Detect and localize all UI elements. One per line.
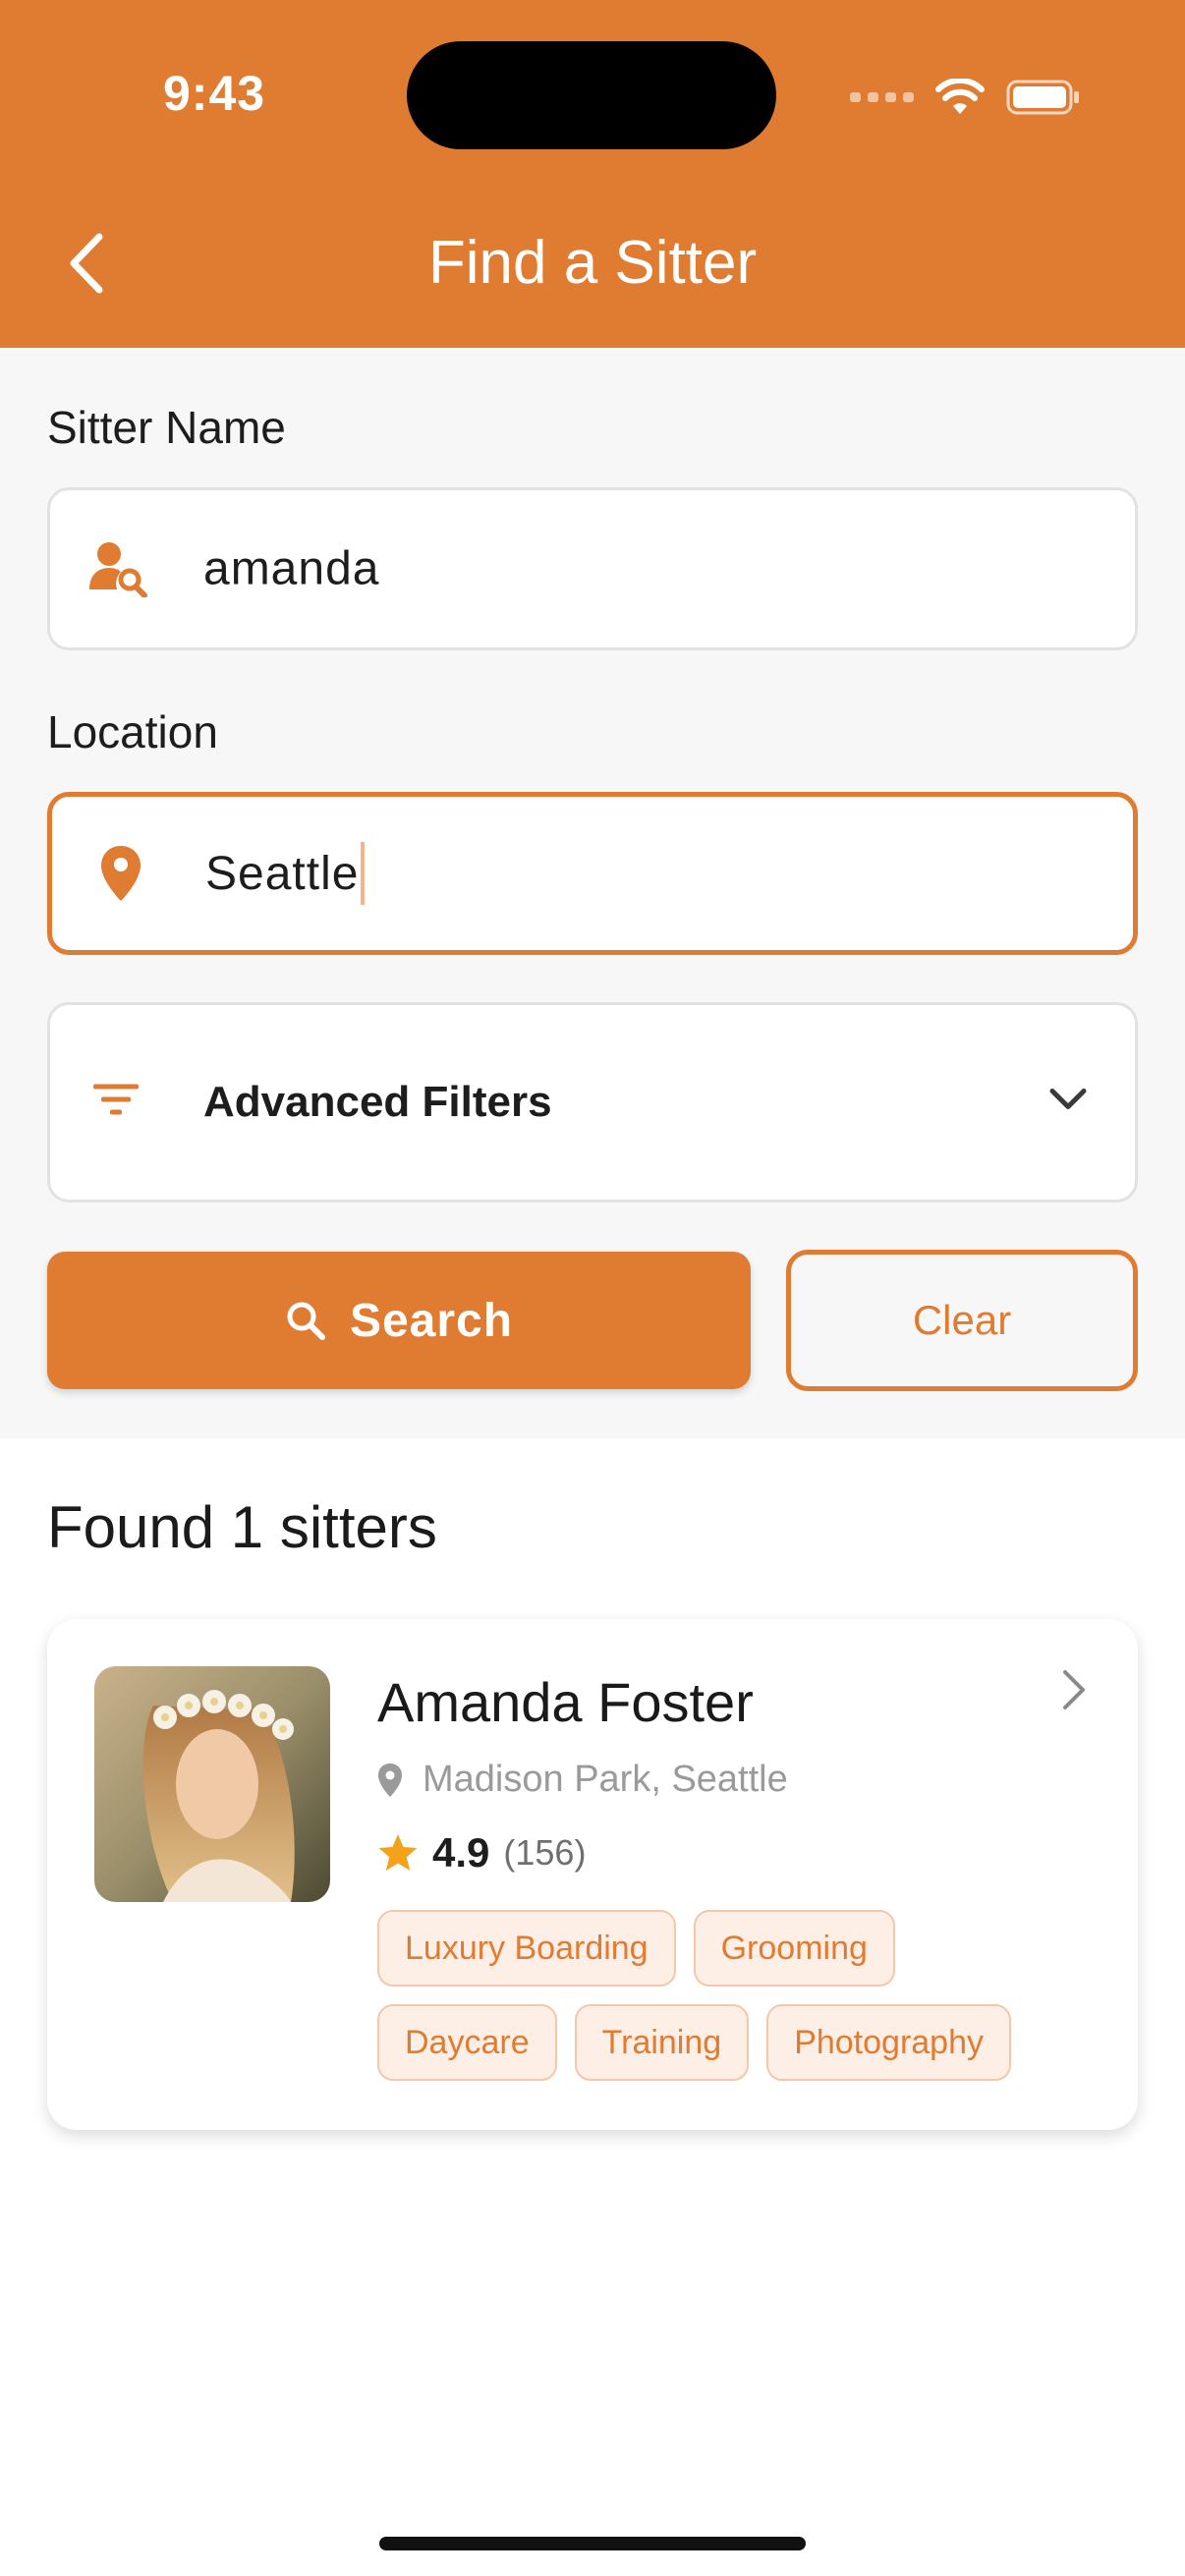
app-header: 9:43 Find a Sitter (0, 0, 1185, 348)
results-count: Found 1 sitters (47, 1494, 437, 1560)
search-icon (287, 1302, 325, 1340)
sitter-card[interactable]: Amanda Foster Madison Park, Seattle 4.9 … (47, 1619, 1138, 2130)
review-count: (156) (503, 1832, 587, 1873)
star-icon (378, 1834, 418, 1871)
home-indicator[interactable] (379, 2537, 806, 2550)
chevron-right-icon (1061, 1668, 1087, 1716)
avatar (94, 1666, 330, 1902)
advanced-filters-label: Advanced Filters (203, 1078, 552, 1126)
service-tag: Photography (766, 2004, 1011, 2081)
rating-score: 4.9 (432, 1829, 490, 1876)
sitter-location-text: Madison Park, Seattle (423, 1759, 788, 1800)
chevron-down-icon (1048, 1088, 1088, 1118)
dynamic-island (407, 41, 776, 149)
location-label: Location (47, 706, 218, 757)
sitter-rating: 4.9 (156) (377, 1829, 586, 1876)
advanced-filters-toggle[interactable]: Advanced Filters (47, 1002, 1138, 1203)
battery-icon (1006, 80, 1079, 115)
wifi-icon (935, 79, 985, 114)
sitter-name-field[interactable]: amanda (47, 487, 1138, 650)
status-icons (850, 75, 1081, 120)
sitter-location: Madison Park, Seattle (377, 1759, 788, 1801)
location-field[interactable]: Seattle (47, 792, 1138, 955)
service-tag: Daycare (377, 2004, 557, 2081)
location-pin-icon (87, 840, 154, 907)
sitter-name-label: Sitter Name (47, 402, 286, 453)
location-pin-icon (378, 1763, 402, 1797)
service-tag: Training (574, 2004, 750, 2081)
sitter-name: Amanda Foster (377, 1671, 754, 1733)
clear-button[interactable]: Clear (786, 1250, 1138, 1391)
service-tag: Grooming (693, 1910, 895, 1987)
service-tags-row-1: Luxury Boarding Grooming (377, 1910, 895, 1987)
status-time: 9:43 (163, 66, 266, 121)
search-button-label: Search (349, 1294, 514, 1347)
page-title: Find a Sitter (427, 229, 758, 297)
person-search-icon (85, 535, 152, 602)
filter-icon (91, 1083, 141, 1123)
clear-button-label: Clear (912, 1297, 1012, 1343)
search-button[interactable]: Search (47, 1252, 751, 1389)
service-tag: Luxury Boarding (377, 1910, 676, 1987)
location-input[interactable]: Seattle (205, 842, 366, 905)
service-tags-row-2: Daycare Training Photography (377, 2004, 1011, 2081)
cellular-signal-icon (850, 92, 914, 102)
location-value: Seattle (205, 847, 360, 900)
text-cursor (361, 842, 366, 905)
sitter-name-value: amanda (203, 542, 380, 595)
